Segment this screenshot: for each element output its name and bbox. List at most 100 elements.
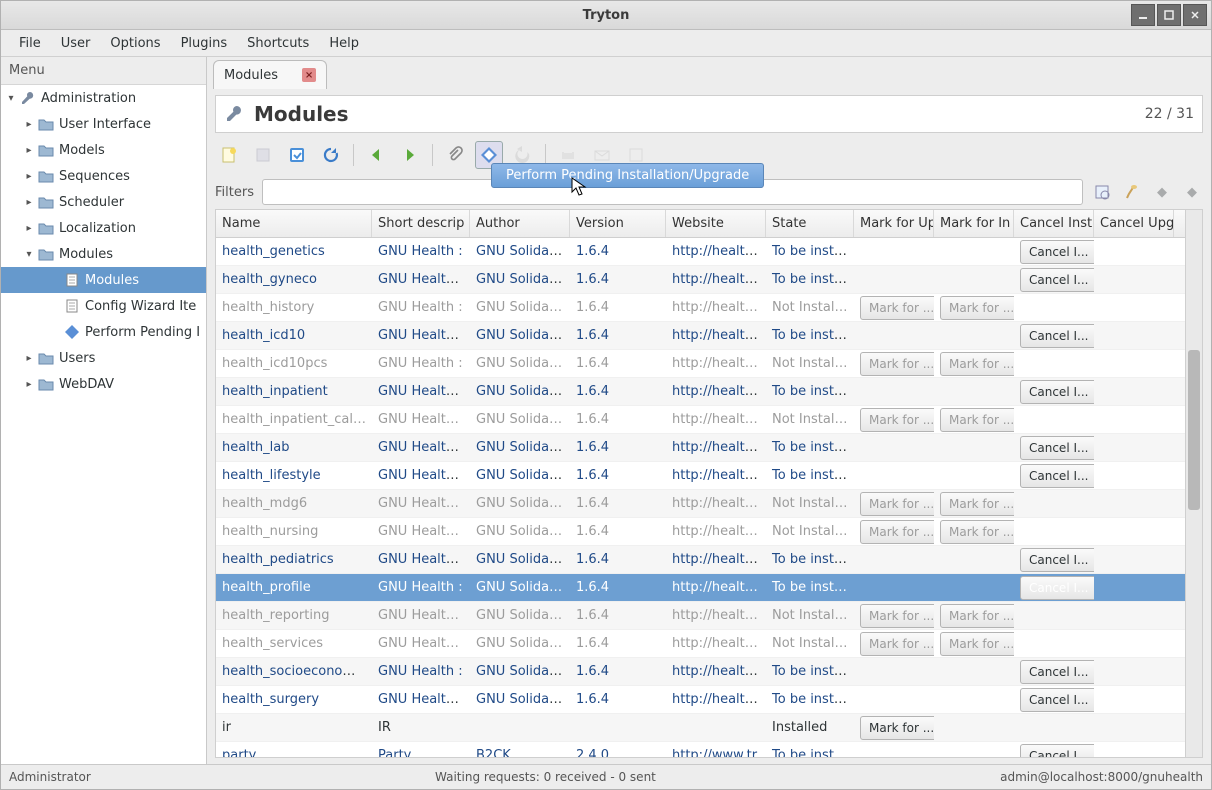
reload-icon[interactable]: [317, 141, 345, 169]
tree-modules[interactable]: ▾Modules: [1, 241, 206, 267]
clear-filter-icon[interactable]: [1121, 181, 1143, 203]
expander-icon[interactable]: ▾: [23, 249, 35, 260]
mark-button[interactable]: Mark for ...: [860, 604, 934, 628]
close-button[interactable]: [1183, 4, 1207, 26]
table-row[interactable]: health_surgeryGNU Health: SGNU Solidario…: [216, 686, 1185, 714]
tree-config-wizard-ite[interactable]: Config Wizard Ite: [1, 293, 206, 319]
menu-help[interactable]: Help: [319, 32, 369, 55]
switch-view-icon[interactable]: [283, 141, 311, 169]
save-icon[interactable]: [249, 141, 277, 169]
menu-shortcuts[interactable]: Shortcuts: [237, 32, 319, 55]
mark-button[interactable]: Mark for ...: [940, 632, 1014, 656]
mark-button[interactable]: Mark for ...: [860, 352, 934, 376]
nav-tree[interactable]: ▾Administration▸User Interface▸Models▸Se…: [1, 85, 206, 764]
col-mark-for-up[interactable]: Mark for Up: [854, 210, 934, 237]
cancel-button[interactable]: Cancel I...: [1020, 660, 1094, 684]
mark-button[interactable]: Mark for ...: [860, 296, 934, 320]
mark-button[interactable]: Mark for ...: [860, 492, 934, 516]
mark-button[interactable]: Mark for ...: [860, 408, 934, 432]
cancel-button[interactable]: Cancel I...: [1020, 240, 1094, 264]
table-row[interactable]: health_geneticsGNU Health :GNU Solidario…: [216, 238, 1185, 266]
tree-administration[interactable]: ▾Administration: [1, 85, 206, 111]
tree-scheduler[interactable]: ▸Scheduler: [1, 189, 206, 215]
table-row[interactable]: health_profileGNU Health :GNU Solidario1…: [216, 574, 1185, 602]
table-row[interactable]: health_lifestyleGNU Health: LGNU Solidar…: [216, 462, 1185, 490]
tree-models[interactable]: ▸Models: [1, 137, 206, 163]
vertical-scrollbar[interactable]: [1185, 210, 1202, 757]
table-row[interactable]: irIRInstalledMark for ...: [216, 714, 1185, 742]
minimize-button[interactable]: [1131, 4, 1155, 26]
table-row[interactable]: health_reportingGNU Health : IGNU Solida…: [216, 602, 1185, 630]
mark-button[interactable]: Mark for ...: [940, 352, 1014, 376]
tree-webdav[interactable]: ▸WebDAV: [1, 371, 206, 397]
col-mark-for-in[interactable]: Mark for In: [934, 210, 1014, 237]
tree-sequences[interactable]: ▸Sequences: [1, 163, 206, 189]
mark-button[interactable]: Mark for ...: [940, 492, 1014, 516]
next-icon[interactable]: [396, 141, 424, 169]
cancel-button[interactable]: Cancel I...: [1020, 464, 1094, 488]
mark-button[interactable]: Mark for ...: [940, 604, 1014, 628]
col-version[interactable]: Version: [570, 210, 666, 237]
menu-file[interactable]: File: [9, 32, 51, 55]
cancel-button[interactable]: Cancel I...: [1020, 324, 1094, 348]
table-row[interactable]: health_gynecoGNU Health: GGNU Solidario1…: [216, 266, 1185, 294]
tree-users[interactable]: ▸Users: [1, 345, 206, 371]
cancel-button[interactable]: Cancel I...: [1020, 436, 1094, 460]
mark-button[interactable]: Mark for ...: [860, 632, 934, 656]
cancel-button[interactable]: Cancel I...: [1020, 548, 1094, 572]
table-row[interactable]: partyPartyB2CK2.4.0http://www.trTo be in…: [216, 742, 1185, 757]
expander-icon[interactable]: ▸: [23, 197, 35, 208]
table-row[interactable]: health_labGNU Health: LGNU Solidario1.6.…: [216, 434, 1185, 462]
cancel-button[interactable]: Cancel I...: [1020, 576, 1094, 600]
table-row[interactable]: health_pediatricsGNU Health: PGNU Solida…: [216, 546, 1185, 574]
prev-filter-icon[interactable]: ◆: [1151, 181, 1173, 203]
col-state[interactable]: State: [766, 210, 854, 237]
tree-user-interface[interactable]: ▸User Interface: [1, 111, 206, 137]
mark-button[interactable]: Mark for ...: [860, 520, 934, 544]
expander-icon[interactable]: ▸: [23, 353, 35, 364]
expander-icon[interactable]: ▸: [23, 223, 35, 234]
scrollbar-thumb[interactable]: [1188, 350, 1200, 510]
mark-button[interactable]: Mark for ...: [860, 716, 934, 740]
tree-modules[interactable]: Modules: [1, 267, 206, 293]
expander-icon[interactable]: ▸: [23, 145, 35, 156]
tab-close-icon[interactable]: ×: [302, 68, 316, 82]
expander-icon[interactable]: ▸: [23, 379, 35, 390]
col-author[interactable]: Author: [470, 210, 570, 237]
attach-icon[interactable]: [441, 141, 469, 169]
col-name[interactable]: Name: [216, 210, 372, 237]
col-cancel-inst[interactable]: Cancel Inst: [1014, 210, 1094, 237]
cancel-button[interactable]: Cancel I...: [1020, 688, 1094, 712]
maximize-button[interactable]: [1157, 4, 1181, 26]
col-website[interactable]: Website: [666, 210, 766, 237]
new-icon[interactable]: [215, 141, 243, 169]
table-row[interactable]: health_socioeconomicsGNU Health :GNU Sol…: [216, 658, 1185, 686]
table-row[interactable]: health_icd10pcsGNU Health :GNU Solidario…: [216, 350, 1185, 378]
table-row[interactable]: health_historyGNU Health :GNU Solidario1…: [216, 294, 1185, 322]
table-row[interactable]: health_inpatient_calenGNU Health: IGNU S…: [216, 406, 1185, 434]
cancel-button[interactable]: Cancel I...: [1020, 380, 1094, 404]
cancel-button[interactable]: Cancel I...: [1020, 268, 1094, 292]
tree-localization[interactable]: ▸Localization: [1, 215, 206, 241]
expander-icon[interactable]: ▸: [23, 171, 35, 182]
mark-button[interactable]: Mark for ...: [940, 520, 1014, 544]
table-row[interactable]: health_mdg6GNU Health : IGNU Solidario1.…: [216, 490, 1185, 518]
table-row[interactable]: health_nursingGNU Health : IGNU Solidari…: [216, 518, 1185, 546]
table-row[interactable]: health_inpatientGNU Health: IGNU Solidar…: [216, 378, 1185, 406]
expander-icon[interactable]: ▸: [23, 119, 35, 130]
menu-options[interactable]: Options: [100, 32, 170, 55]
tab-modules[interactable]: Modules ×: [213, 60, 327, 89]
col-cancel-upg[interactable]: Cancel Upg: [1094, 210, 1174, 237]
bookmark-filter-icon[interactable]: [1091, 181, 1113, 203]
table-row[interactable]: health_icd10GNU Health: IGNU Solidario1.…: [216, 322, 1185, 350]
menu-user[interactable]: User: [51, 32, 101, 55]
expander-icon[interactable]: ▾: [5, 93, 17, 104]
col-short-descrip[interactable]: Short descrip: [372, 210, 470, 237]
table-row[interactable]: health_servicesGNU Health : IGNU Solidar…: [216, 630, 1185, 658]
menu-plugins[interactable]: Plugins: [171, 32, 238, 55]
mark-button[interactable]: Mark for ...: [940, 296, 1014, 320]
tree-perform-pending-i[interactable]: Perform Pending I: [1, 319, 206, 345]
next-filter-icon[interactable]: ◆: [1181, 181, 1203, 203]
prev-icon[interactable]: [362, 141, 390, 169]
mark-button[interactable]: Mark for ...: [940, 408, 1014, 432]
